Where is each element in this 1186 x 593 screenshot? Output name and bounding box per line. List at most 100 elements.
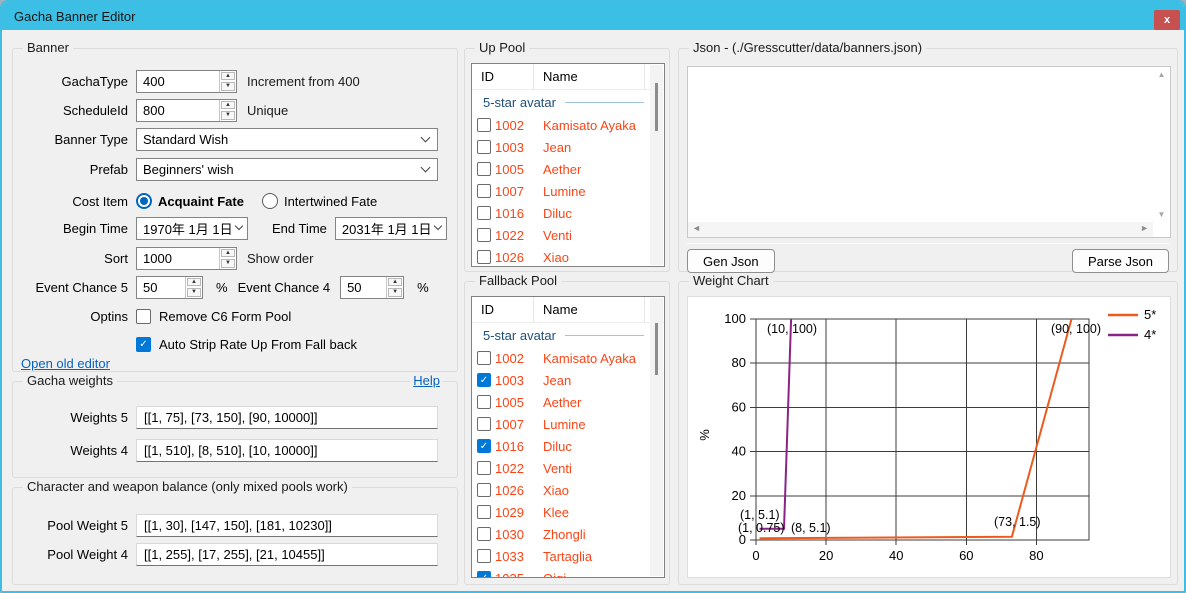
column-divider[interactable] xyxy=(644,297,645,322)
row-checkbox[interactable]: ✓ xyxy=(477,250,491,264)
spin-down-icon[interactable]: ▼ xyxy=(221,259,235,268)
sort-spinner[interactable]: 1000 ▲ ▼ xyxy=(136,247,237,270)
row-checkbox[interactable]: ✓ xyxy=(477,571,491,578)
scroll-up-icon[interactable]: ▲ xyxy=(1153,70,1170,79)
remove-c6-checkbox[interactable]: ✓ xyxy=(136,309,151,324)
fallback-pool-scrollbar[interactable] xyxy=(650,298,663,576)
table-row[interactable]: ✓1022Venti xyxy=(472,224,664,246)
event-chance-4-value[interactable]: 50 xyxy=(341,277,386,298)
scroll-down-icon[interactable]: ▼ xyxy=(1153,210,1170,219)
spin-down-icon[interactable]: ▼ xyxy=(187,288,201,297)
acquaint-fate-radio[interactable] xyxy=(136,193,152,209)
begin-time-picker[interactable]: 1970年 1月 1日 xyxy=(136,217,248,240)
spin-down-icon[interactable]: ▼ xyxy=(221,82,235,91)
table-row[interactable]: ✓1007Lumine xyxy=(472,180,664,202)
row-checkbox[interactable]: ✓ xyxy=(477,527,491,541)
scrollbar-thumb[interactable] xyxy=(655,323,658,375)
row-checkbox[interactable]: ✓ xyxy=(477,417,491,431)
weights5-input[interactable]: [[1, 75], [73, 150], [90, 10000]] xyxy=(136,406,438,429)
vertical-scrollbar[interactable]: ▲ ▼ xyxy=(1153,67,1170,222)
chevron-down-icon xyxy=(433,222,441,230)
table-row[interactable]: ✓1022Venti xyxy=(472,457,664,479)
row-checkbox[interactable]: ✓ xyxy=(477,373,491,387)
auto-strip-checkbox[interactable]: ✓ xyxy=(136,337,151,352)
row-checkbox[interactable]: ✓ xyxy=(477,140,491,154)
table-row[interactable]: ✓1002Kamisato Ayaka xyxy=(472,347,664,369)
table-row[interactable]: ✓1026Xiao xyxy=(472,479,664,501)
intertwined-fate-label[interactable]: Intertwined Fate xyxy=(284,194,377,209)
row-checkbox[interactable]: ✓ xyxy=(477,549,491,563)
spin-up-icon[interactable]: ▲ xyxy=(221,249,235,258)
row-checkbox[interactable]: ✓ xyxy=(477,162,491,176)
table-row[interactable]: ✓1003Jean xyxy=(472,369,664,391)
window-content: Banner GachaType 400 ▲ ▼ Increment from … xyxy=(2,30,1184,591)
spin-up-icon[interactable]: ▲ xyxy=(221,72,235,81)
event-chance-4-spinner[interactable]: 50 ▲ ▼ xyxy=(340,276,404,299)
column-header-name[interactable]: Name xyxy=(533,64,644,89)
table-row[interactable]: ✓1007Lumine xyxy=(472,413,664,435)
help-link[interactable]: Help xyxy=(410,373,443,388)
row-checkbox[interactable]: ✓ xyxy=(477,118,491,132)
table-row[interactable]: ✓1035Qiqi xyxy=(472,567,664,578)
gachatype-value[interactable]: 400 xyxy=(137,71,219,92)
banner-type-select[interactable]: Standard Wish xyxy=(136,128,438,151)
scroll-right-icon[interactable]: ► xyxy=(1140,223,1149,233)
row-id: 1026 xyxy=(495,483,533,498)
intertwined-fate-radio[interactable] xyxy=(262,193,278,209)
spin-up-icon[interactable]: ▲ xyxy=(221,101,235,110)
pool-weight5-input[interactable]: [[1, 30], [147, 150], [181, 10230]] xyxy=(136,514,438,537)
column-header-name[interactable]: Name xyxy=(533,297,644,322)
parse-json-button[interactable]: Parse Json xyxy=(1072,249,1169,273)
table-row[interactable]: ✓1016Diluc xyxy=(472,435,664,457)
pool-weight4-input[interactable]: [[1, 255], [17, 255], [21, 10455]] xyxy=(136,543,438,566)
event-chance-5-spinner[interactable]: 50 ▲ ▼ xyxy=(136,276,203,299)
weights5-value: [[1, 75], [73, 150], [90, 10000]] xyxy=(144,410,317,425)
end-time-picker[interactable]: 2031年 1月 1日 xyxy=(335,217,447,240)
spin-down-icon[interactable]: ▼ xyxy=(388,288,402,297)
sort-value[interactable]: 1000 xyxy=(137,248,219,269)
row-checkbox[interactable]: ✓ xyxy=(477,228,491,242)
row-checkbox[interactable]: ✓ xyxy=(477,184,491,198)
spin-down-icon[interactable]: ▼ xyxy=(221,111,235,120)
prefab-select[interactable]: Beginners' wish xyxy=(136,158,438,181)
auto-strip-label[interactable]: Auto Strip Rate Up From Fall back xyxy=(159,337,357,352)
spin-up-icon[interactable]: ▲ xyxy=(388,278,402,287)
table-row[interactable]: ✓1016Diluc xyxy=(472,202,664,224)
scheduleid-value[interactable]: 800 xyxy=(137,100,219,121)
table-row[interactable]: ✓1030Zhongli xyxy=(472,523,664,545)
row-checkbox[interactable]: ✓ xyxy=(477,461,491,475)
remove-c6-label[interactable]: Remove C6 Form Pool xyxy=(159,309,291,324)
scroll-left-icon[interactable]: ◄ xyxy=(692,223,701,233)
row-checkbox[interactable]: ✓ xyxy=(477,395,491,409)
acquaint-fate-label[interactable]: Acquaint Fate xyxy=(158,194,244,209)
column-divider[interactable] xyxy=(644,64,645,89)
gachatype-label: GachaType xyxy=(21,74,128,89)
row-checkbox[interactable]: ✓ xyxy=(477,351,491,365)
table-row[interactable]: ✓1029Klee xyxy=(472,501,664,523)
json-textarea[interactable] xyxy=(688,67,1153,222)
table-row[interactable]: ✓1005Aether xyxy=(472,391,664,413)
table-row[interactable]: ✓1003Jean xyxy=(472,136,664,158)
table-row[interactable]: ✓1033Tartaglia xyxy=(472,545,664,567)
row-checkbox[interactable]: ✓ xyxy=(477,206,491,220)
table-row[interactable]: ✓1005Aether xyxy=(472,158,664,180)
column-header-id[interactable]: ID xyxy=(472,302,533,317)
scrollbar-thumb[interactable] xyxy=(655,83,658,131)
table-row[interactable]: ✓1002Kamisato Ayaka xyxy=(472,114,664,136)
open-old-editor-link[interactable]: Open old editor xyxy=(21,356,110,371)
close-button[interactable]: x xyxy=(1154,10,1180,30)
column-header-id[interactable]: ID xyxy=(472,69,533,84)
row-checkbox[interactable]: ✓ xyxy=(477,439,491,453)
table-row[interactable]: ✓1026Xiao xyxy=(472,246,664,267)
weights4-value: [[1, 510], [8, 510], [10, 10000]] xyxy=(144,443,317,458)
row-checkbox[interactable]: ✓ xyxy=(477,505,491,519)
weights4-input[interactable]: [[1, 510], [8, 510], [10, 10000]] xyxy=(136,439,438,462)
gachatype-spinner[interactable]: 400 ▲ ▼ xyxy=(136,70,237,93)
horizontal-scrollbar[interactable]: ◄ ► xyxy=(688,222,1153,237)
spin-up-icon[interactable]: ▲ xyxy=(187,278,201,287)
up-pool-scrollbar[interactable] xyxy=(650,65,663,265)
row-checkbox[interactable]: ✓ xyxy=(477,483,491,497)
gen-json-button[interactable]: Gen Json xyxy=(687,249,775,273)
scheduleid-spinner[interactable]: 800 ▲ ▼ xyxy=(136,99,237,122)
event-chance-5-value[interactable]: 50 xyxy=(137,277,185,298)
